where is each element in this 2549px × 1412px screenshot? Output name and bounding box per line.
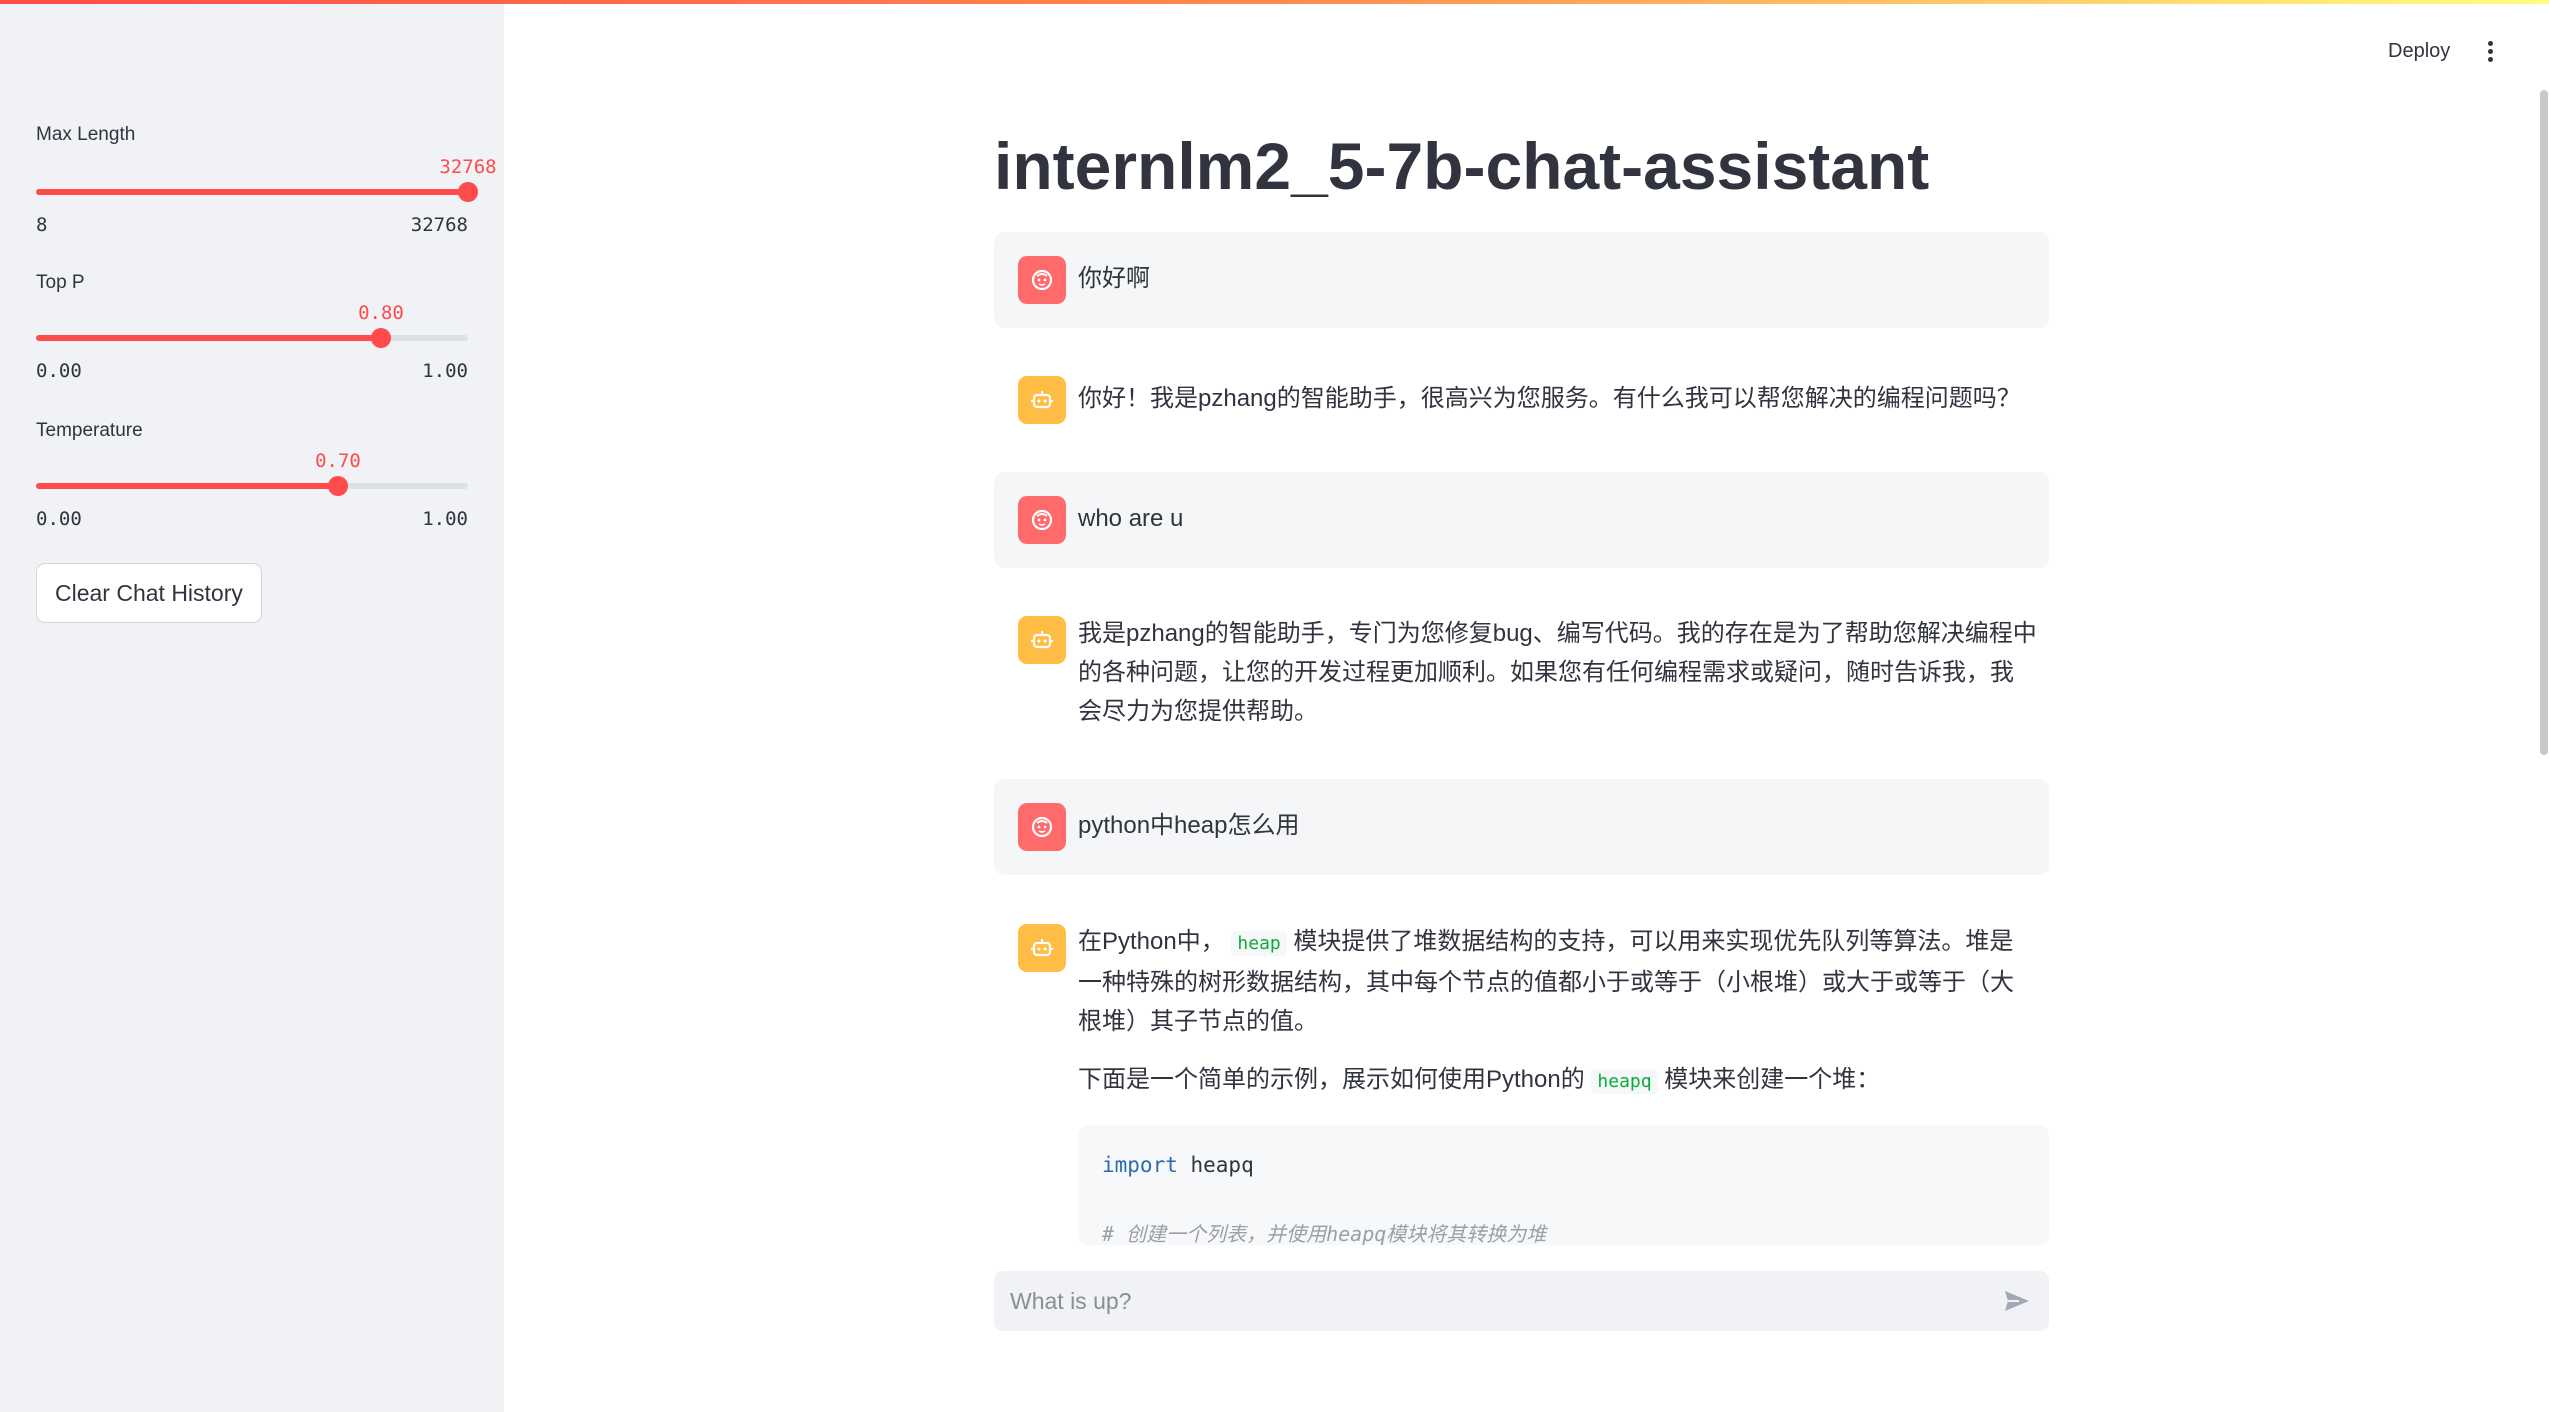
send-icon[interactable]: [2001, 1285, 2033, 1317]
slider-max-label: 32768: [410, 214, 468, 236]
text-segment: 在Python中，: [1078, 928, 1225, 955]
code-block: import heapq # 创建一个列表，并使用heapq模块将其转换为堆: [1078, 1125, 2049, 1245]
bot-avatar-icon: [1018, 616, 1066, 664]
page-title: internlm2_5-7b-chat-assistant: [994, 129, 1930, 203]
slider-max-label: 1.00: [422, 508, 468, 530]
slider-label: Max Length: [36, 124, 136, 145]
text-segment: 下面是一个简单的示例，展示如何使用Python的: [1078, 1066, 1585, 1093]
top-decoration-bar: [0, 0, 2549, 4]
sidebar: Max Length 32768 8 32768 Top P 0.80 0.00…: [0, 0, 504, 1412]
chat-message-assistant: 我是pzhang的智能助手，专门为您修复bug、编写代码。我的存在是为了帮助您解…: [994, 592, 2049, 742]
slider-min-label: 8: [36, 214, 48, 236]
slider-top-p: Top P 0.80 0.00 1.00: [36, 272, 468, 382]
slider-thumb[interactable]: [458, 182, 478, 202]
message-paragraph-1: 在Python中， heap 模块提供了堆数据结构的支持，可以用来实现优先队列等…: [1078, 922, 2037, 1041]
message-text: python中heap怎么用: [1078, 812, 1300, 839]
slider-thumb[interactable]: [371, 328, 391, 348]
bot-avatar-icon: [1018, 376, 1066, 424]
slider-current-value: 0.70: [315, 450, 361, 472]
message-paragraph-2: 下面是一个简单的示例，展示如何使用Python的 heapq 模块来创建一个堆：: [1078, 1060, 2037, 1101]
clear-chat-history-button[interactable]: Clear Chat History: [36, 563, 262, 623]
slider-min-label: 0.00: [36, 508, 82, 530]
chat-message-user: who are u: [994, 472, 2049, 568]
chat-message-assistant: 在Python中， heap 模块提供了堆数据结构的支持，可以用来实现优先队列等…: [994, 900, 2049, 1125]
slider-track[interactable]: [36, 328, 468, 348]
slider-track[interactable]: [36, 182, 478, 202]
slider-fill: [36, 483, 338, 489]
slider-fill: [36, 335, 381, 341]
vertical-dots-icon[interactable]: [2484, 40, 2496, 64]
message-text: who are u: [1078, 505, 1184, 532]
slider-temperature: Temperature 0.70 0.00 1.00: [36, 420, 468, 530]
slider-current-value: 32768: [439, 156, 497, 178]
message-text: 你好啊: [1078, 265, 1150, 292]
slider-label: Temperature: [36, 420, 143, 441]
slider-label: Top P: [36, 272, 85, 293]
chat-input-container: [994, 1271, 2049, 1331]
slider-thumb[interactable]: [328, 476, 348, 496]
inline-code: heapq: [1591, 1069, 1658, 1094]
deploy-button[interactable]: Deploy: [2388, 40, 2450, 63]
chat-message-user: python中heap怎么用: [994, 779, 2049, 875]
chat-input[interactable]: [1010, 1287, 2001, 1315]
user-avatar-icon: [1018, 496, 1066, 544]
slider-min-label: 0.00: [36, 360, 82, 382]
text-segment: 模块来创建一个堆：: [1664, 1066, 1881, 1093]
scrollbar[interactable]: [2540, 90, 2548, 755]
user-avatar-icon: [1018, 803, 1066, 851]
user-avatar-icon: [1018, 256, 1066, 304]
bot-avatar-icon: [1018, 924, 1066, 972]
slider-fill: [36, 189, 468, 195]
code-line: import heapq: [1102, 1153, 1254, 1177]
slider-max-length: Max Length 32768 8 32768: [36, 124, 497, 236]
message-text: 我是pzhang的智能助手，专门为您修复bug、编写代码。我的存在是为了帮助您解…: [1078, 620, 2037, 725]
inline-code: heap: [1231, 931, 1287, 956]
slider-max-label: 1.00: [422, 360, 468, 382]
code-keyword: import: [1102, 1153, 1178, 1177]
slider-track[interactable]: [36, 476, 468, 496]
chat-message-user: 你好啊: [994, 232, 2049, 328]
code-comment: # 创建一个列表，并使用heapq模块将其转换为堆: [1102, 1222, 1547, 1245]
slider-current-value: 0.80: [358, 302, 404, 324]
message-text: 你好！我是pzhang的智能助手，很高兴为您服务。有什么我可以帮您解决的编程问题…: [1078, 385, 2021, 412]
code-module: heapq: [1177, 1153, 1254, 1177]
chat-message-assistant: 你好！我是pzhang的智能助手，很高兴为您服务。有什么我可以帮您解决的编程问题…: [994, 352, 2049, 448]
